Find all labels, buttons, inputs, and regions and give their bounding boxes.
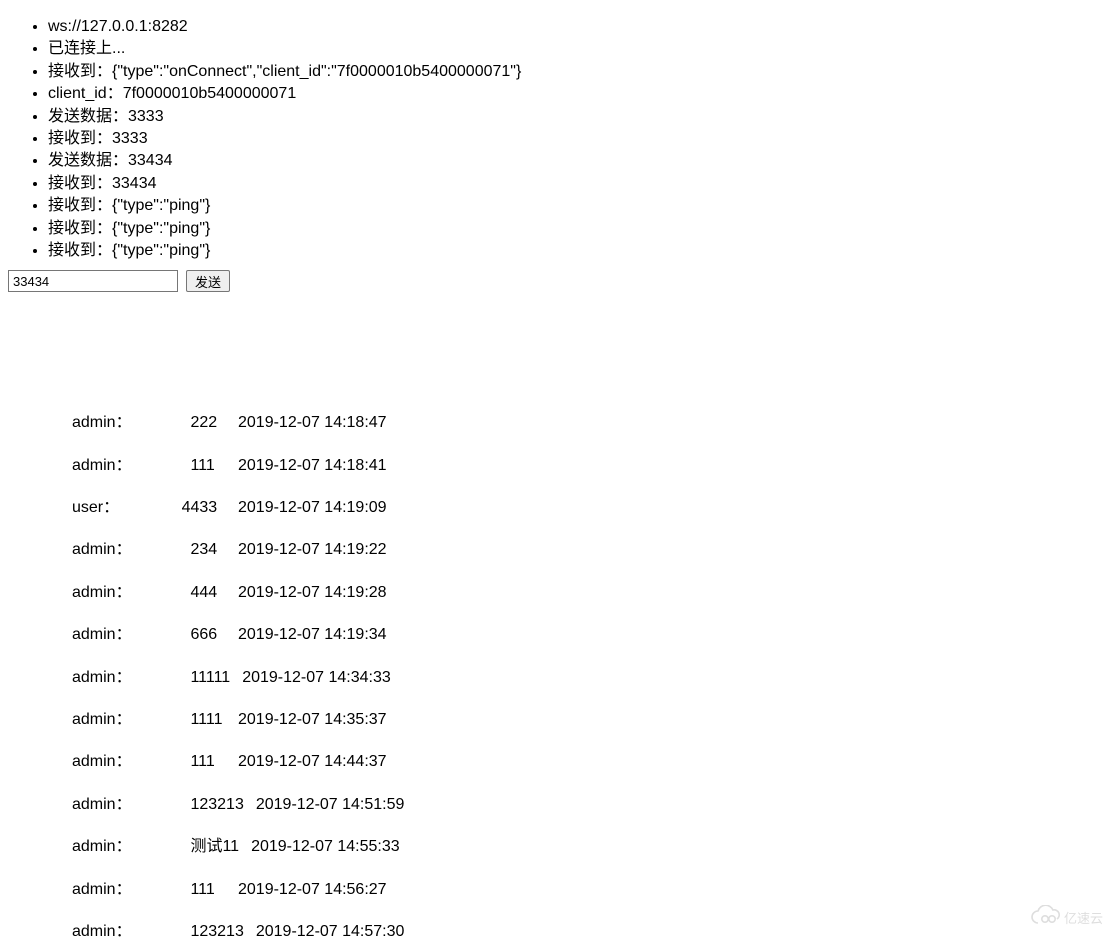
- chat-timestamp: 2019-12-07 14:19:28: [238, 582, 387, 604]
- chat-user: admin：: [72, 794, 134, 816]
- chat-row: user： 4433 2019-12-07 14:19:09: [72, 497, 1090, 519]
- chat-log: admin： 222 2019-12-07 14:18:47 admin： 11…: [8, 412, 1090, 937]
- chat-timestamp: 2019-12-07 14:56:27: [238, 879, 387, 901]
- chat-timestamp: 2019-12-07 14:19:09: [238, 497, 387, 519]
- log-item: 接收到：{"type":"onConnect","client_id":"7f0…: [48, 61, 1090, 83]
- chat-user: admin：: [72, 582, 134, 604]
- chat-user: admin：: [72, 539, 134, 561]
- chat-row: admin： 111 2019-12-07 14:56:27: [72, 879, 1090, 901]
- chat-user: user：: [72, 497, 134, 519]
- chat-user: admin：: [72, 667, 134, 689]
- page-content: ws://127.0.0.1:8282 已连接上... 接收到：{"type":…: [0, 0, 1098, 937]
- chat-row: admin： 111 2019-12-07 14:18:41: [72, 455, 1090, 477]
- log-list: ws://127.0.0.1:8282 已连接上... 接收到：{"type":…: [8, 16, 1090, 262]
- chat-timestamp: 2019-12-07 14:44:37: [238, 751, 387, 773]
- chat-row: admin： 123213 2019-12-07 14:57:30: [72, 921, 1090, 937]
- log-item: ws://127.0.0.1:8282: [48, 16, 1090, 38]
- log-item: 已连接上...: [48, 38, 1090, 60]
- chat-message: 11111: [146, 667, 230, 689]
- chat-user: admin：: [72, 879, 134, 901]
- send-row: 发送: [8, 270, 1090, 292]
- chat-timestamp: 2019-12-07 14:18:47: [238, 412, 387, 434]
- chat-user: admin：: [72, 836, 134, 858]
- chat-message: 1111: [146, 709, 226, 731]
- chat-user: admin：: [72, 455, 134, 477]
- log-item: 发送数据：33434: [48, 150, 1090, 172]
- send-button[interactable]: 发送: [186, 270, 230, 292]
- chat-message: 123213: [146, 794, 244, 816]
- chat-timestamp: 2019-12-07 14:57:30: [256, 921, 405, 937]
- chat-timestamp: 2019-12-07 14:19:22: [238, 539, 387, 561]
- log-item: 接收到：{"type":"ping"}: [48, 195, 1090, 217]
- chat-row: admin： 111 2019-12-07 14:44:37: [72, 751, 1090, 773]
- log-item: 发送数据：3333: [48, 106, 1090, 128]
- chat-timestamp: 2019-12-07 14:35:37: [238, 709, 387, 731]
- chat-row: admin： 222 2019-12-07 14:18:47: [72, 412, 1090, 434]
- chat-row: admin： 11111 2019-12-07 14:34:33: [72, 667, 1090, 689]
- chat-timestamp: 2019-12-07 14:19:34: [238, 624, 387, 646]
- log-item: 接收到：33434: [48, 173, 1090, 195]
- chat-timestamp: 2019-12-07 14:18:41: [238, 455, 387, 477]
- chat-row: admin： 测试11 2019-12-07 14:55:33: [72, 836, 1090, 858]
- chat-message: 111: [146, 751, 226, 773]
- chat-user: admin：: [72, 751, 134, 773]
- chat-user: admin：: [72, 921, 134, 937]
- log-item: client_id：7f0000010b5400000071: [48, 83, 1090, 105]
- chat-message: 234: [146, 539, 226, 561]
- chat-row: admin： 666 2019-12-07 14:19:34: [72, 624, 1090, 646]
- message-input[interactable]: [8, 270, 178, 292]
- chat-message: 444: [146, 582, 226, 604]
- chat-message: 测试11: [146, 836, 239, 858]
- chat-message: 4433: [146, 497, 226, 519]
- chat-message: 111: [146, 455, 226, 477]
- chat-user: admin：: [72, 412, 134, 434]
- chat-row: admin： 123213 2019-12-07 14:51:59: [72, 794, 1090, 816]
- chat-message: 123213: [146, 921, 244, 937]
- log-item: 接收到：{"type":"ping"}: [48, 218, 1090, 240]
- chat-user: admin：: [72, 624, 134, 646]
- chat-timestamp: 2019-12-07 14:55:33: [251, 836, 400, 858]
- chat-row: admin： 234 2019-12-07 14:19:22: [72, 539, 1090, 561]
- chat-message: 666: [146, 624, 226, 646]
- chat-row: admin： 444 2019-12-07 14:19:28: [72, 582, 1090, 604]
- chat-message: 111: [146, 879, 226, 901]
- log-item: 接收到：3333: [48, 128, 1090, 150]
- chat-timestamp: 2019-12-07 14:34:33: [242, 667, 391, 689]
- scroll-viewport[interactable]: ws://127.0.0.1:8282 已连接上... 接收到：{"type":…: [0, 0, 1098, 937]
- chat-user: admin：: [72, 709, 134, 731]
- log-item: 接收到：{"type":"ping"}: [48, 240, 1090, 262]
- chat-timestamp: 2019-12-07 14:51:59: [256, 794, 405, 816]
- chat-message: 222: [146, 412, 226, 434]
- chat-row: admin： 1111 2019-12-07 14:35:37: [72, 709, 1090, 731]
